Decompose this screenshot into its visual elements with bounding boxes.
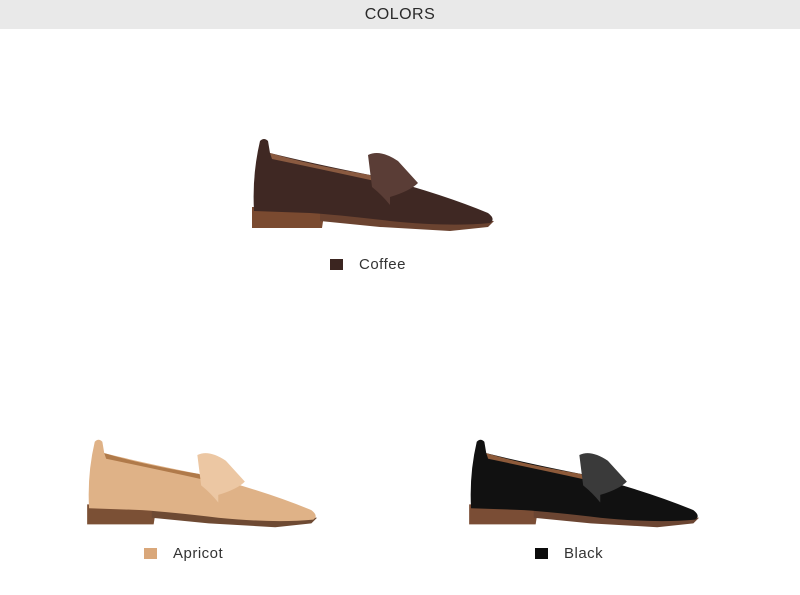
swatch-label: Coffee	[359, 256, 406, 273]
color-swatch[interactable]	[144, 548, 157, 559]
color-swatch[interactable]	[535, 548, 548, 559]
swatch-label: Apricot	[173, 545, 224, 562]
loafer-icon	[466, 436, 706, 531]
colors-header: COLORS	[0, 0, 800, 29]
swatch-row-apricot[interactable]: Apricot	[144, 545, 223, 562]
color-swatch[interactable]	[330, 259, 343, 270]
loafer-icon	[250, 135, 500, 235]
loafer-icon	[84, 436, 324, 531]
swatch-label: Black	[564, 545, 604, 562]
swatch-row-black[interactable]: Black	[535, 545, 603, 562]
variant-black[interactable]	[466, 436, 706, 531]
colors-title: COLORS	[364, 5, 436, 23]
swatch-row-coffee[interactable]: Coffee	[330, 256, 406, 273]
variant-apricot[interactable]	[84, 436, 324, 531]
variant-coffee[interactable]	[250, 135, 500, 235]
